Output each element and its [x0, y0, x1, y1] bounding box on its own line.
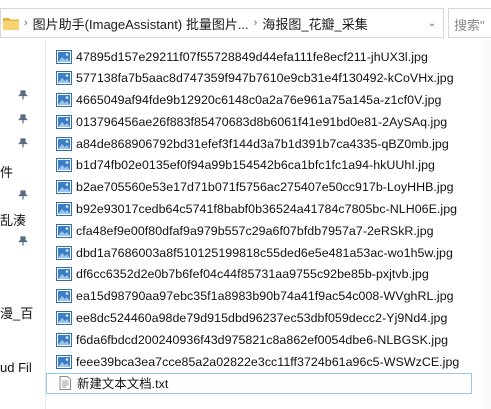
navigation-pane: 件 乱湊 漫_百 ud Fil: [0, 40, 42, 409]
file-name: b2ae705560e53e17d71b071f5756ac275407e50c…: [76, 180, 454, 195]
file-row[interactable]: a84de868906792bd31efef3f144d3a7b1d391b7c…: [46, 133, 491, 154]
image-file-icon: [56, 354, 72, 369]
search-placeholder: 搜索": [454, 18, 485, 33]
file-row[interactable]: 4665049af94fde9b12920c6148c0a2a76e961a75…: [46, 90, 491, 111]
file-row[interactable]: cfa48ef9e00f80dfaf9a979b557c29a6f07bfdb7…: [46, 220, 491, 241]
image-file-icon: [56, 267, 72, 282]
image-file-icon: [56, 93, 72, 108]
pin-icon[interactable]: [18, 90, 28, 100]
image-file-icon: [56, 245, 72, 260]
search-input[interactable]: 搜索": [448, 8, 491, 38]
file-name: feee39bca3ea7cce85a2a02822e3cc11ff3724b6…: [76, 354, 460, 369]
file-row[interactable]: df6cc6352d2e0b7b6fef04c44f85731aa9755c92…: [46, 264, 491, 285]
image-file-icon: [56, 311, 72, 326]
file-name: ee8dc524460a98de79d915dbd96237ec53dbf059…: [76, 311, 448, 326]
address-bar-row: › 图片助手(ImageAssistant) 批量图片... › 海报图_花瓣_…: [0, 8, 491, 38]
file-name: cfa48ef9e00f80dfaf9a979b557c29a6f07bfdb7…: [76, 223, 434, 238]
file-name: 新建文本文档.txt: [77, 377, 169, 392]
file-name: ea15d98790aa97ebc35f1a8983b90b74a41f9ac5…: [76, 289, 454, 304]
chevron-right-icon[interactable]: ›: [19, 17, 33, 29]
file-row[interactable]: b92e93017cedb64c5741f8babf0b36524a41784c…: [46, 199, 491, 220]
chevron-down-icon: ⌄: [427, 17, 437, 29]
image-file-icon: [56, 223, 72, 238]
image-file-icon: [56, 49, 72, 64]
pin-icon[interactable]: [18, 114, 28, 124]
pin-icon[interactable]: [18, 236, 28, 246]
image-file-icon: [56, 114, 72, 129]
file-row[interactable]: 577138fa7b5aac8d747359f947b7610e9cb31e4f…: [46, 68, 491, 89]
file-name: f6da6fbdcd200240936f43d975821c8a862ef005…: [76, 332, 449, 347]
nav-item-cloud-files[interactable]: ud Fil: [0, 360, 32, 375]
chevron-right-icon[interactable]: ›: [249, 17, 263, 29]
file-row[interactable]: b1d74fb02e0135ef0f94a99b154542b6ca1bfc1f…: [46, 155, 491, 176]
file-name: a84de868906792bd31efef3f144d3a7b1d391b7c…: [76, 136, 449, 151]
scrollbar[interactable]: [483, 40, 491, 409]
breadcrumb-current[interactable]: 海报图_花瓣_采集: [262, 14, 367, 33]
folder-icon: [3, 16, 19, 30]
image-file-icon: [56, 136, 72, 151]
file-list: 47895d157e29211f07f55728849d44efa111fe8e…: [46, 46, 491, 395]
nav-item-files[interactable]: 件: [0, 162, 13, 181]
file-name: 013796456ae26f883f85470683d8b6061f41e91b…: [76, 114, 448, 129]
file-row[interactable]: feee39bca3ea7cce85a2a02822e3cc11ff3724b6…: [46, 351, 491, 372]
file-row[interactable]: f6da6fbdcd200240936f43d975821c8a862ef005…: [46, 329, 491, 350]
file-name: df6cc6352d2e0b7b6fef04c44f85731aa9755c92…: [76, 267, 429, 282]
nav-item-folder-a[interactable]: 乱湊: [0, 210, 26, 229]
file-row[interactable]: 47895d157e29211f07f55728849d44efa111fe8e…: [46, 46, 491, 67]
nav-item-folder-b[interactable]: 漫_百: [0, 303, 33, 322]
file-name: b1d74fb02e0135ef0f94a99b154542b6ca1bfc1f…: [76, 158, 435, 173]
image-file-icon: [56, 332, 72, 347]
file-name: 577138fa7b5aac8d747359f947b7610e9cb31e4f…: [76, 71, 454, 86]
image-file-icon: [56, 289, 72, 304]
file-row[interactable]: ea15d98790aa97ebc35f1a8983b90b74a41f9ac5…: [46, 286, 491, 307]
text-file-icon: [57, 376, 73, 391]
file-name: b92e93017cedb64c5741f8babf0b36524a41784c…: [76, 202, 458, 217]
image-file-icon: [56, 202, 72, 217]
file-name: dbd1a7686003a8f510125199818c55ded6e5e481…: [76, 245, 453, 260]
image-file-icon: [56, 158, 72, 173]
file-row-selected[interactable]: 新建文本文档.txt: [46, 372, 472, 394]
file-row[interactable]: dbd1a7686003a8f510125199818c55ded6e5e481…: [46, 242, 491, 263]
file-row[interactable]: b2ae705560e53e17d71b071f5756ac275407e50c…: [46, 177, 491, 198]
file-name: 4665049af94fde9b12920c6148c0a2a76e961a75…: [76, 93, 442, 108]
file-row[interactable]: 013796456ae26f883f85470683d8b6061f41e91b…: [46, 111, 491, 132]
pin-icon[interactable]: [18, 138, 28, 148]
image-file-icon: [56, 180, 72, 195]
breadcrumb-parent[interactable]: 图片助手(ImageAssistant) 批量图片...: [33, 14, 249, 33]
file-name: 47895d157e29211f07f55728849d44efa111fe8e…: [76, 49, 428, 64]
file-row[interactable]: ee8dc524460a98de79d915dbd96237ec53dbf059…: [46, 308, 491, 329]
address-history-dropdown[interactable]: ⌄: [421, 9, 443, 37]
address-bar[interactable]: › 图片助手(ImageAssistant) 批量图片... › 海报图_花瓣_…: [0, 8, 444, 38]
image-file-icon: [56, 71, 72, 86]
pin-icon[interactable]: [18, 190, 28, 200]
